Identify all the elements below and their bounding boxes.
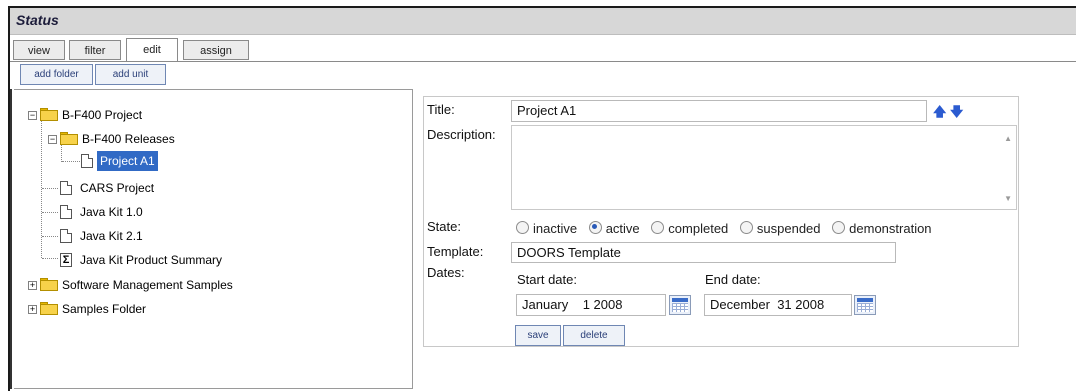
state-option-active[interactable]: active [588, 221, 640, 236]
window-title: Status [16, 12, 59, 28]
calendar-icon[interactable] [854, 295, 876, 315]
title-label: Title: [427, 102, 455, 117]
state-option-demonstration[interactable]: demonstration [832, 221, 932, 236]
radio-icon[interactable] [739, 221, 753, 234]
tree-item-label: Software Management Samples [62, 278, 233, 292]
folder-icon [40, 108, 58, 121]
tree-item-software-management-samples[interactable]: + Software Management Samples [28, 275, 328, 295]
collapse-icon[interactable]: − [28, 111, 37, 120]
expand-icon[interactable]: + [28, 305, 37, 314]
description-label: Description: [427, 127, 496, 142]
radio-icon[interactable] [651, 221, 665, 234]
tree-item-label: Samples Folder [62, 302, 147, 316]
scroll-up-icon[interactable]: ▲ [1004, 134, 1012, 143]
tree-connector [42, 236, 58, 238]
radio-icon[interactable] [516, 221, 529, 234]
tab-filter[interactable]: filter [69, 40, 121, 60]
move-up-icon[interactable]: 🡅 [933, 103, 946, 125]
state-option-suspended[interactable]: suspended [739, 221, 821, 236]
tree-connector [42, 212, 58, 214]
tree-item-label: B-F400 Releases [82, 132, 175, 146]
tree-item-bf400-releases[interactable]: − B-F400 Releases [48, 129, 298, 149]
left-border [10, 89, 12, 389]
tab-assign[interactable]: assign [183, 40, 249, 60]
description-field[interactable]: ▲ ▼ [511, 125, 1017, 210]
end-date-field[interactable]: December 31 2008 [704, 294, 852, 316]
add-folder-button[interactable]: add folder [20, 64, 93, 85]
add-unit-button[interactable]: add unit [95, 64, 166, 85]
state-radio-group: inactive active completed suspended demo… [516, 221, 940, 236]
template-label: Template: [427, 244, 484, 259]
tree-connector [42, 188, 58, 190]
edit-form: Title: Project A1 🡅 🡇 Description: ▲ ▼ S… [423, 96, 1019, 347]
document-icon [60, 229, 72, 243]
start-date-label: Start date: [517, 272, 577, 287]
folder-icon [60, 132, 78, 145]
radio-checked-icon[interactable] [588, 221, 602, 234]
tree-item-samples-folder[interactable]: + Samples Folder [28, 299, 328, 319]
tree-connector [62, 161, 80, 163]
calendar-icon[interactable] [669, 295, 691, 315]
tree-item-bf400-project[interactable]: − B-F400 Project [28, 105, 278, 125]
collapse-icon[interactable]: − [48, 135, 57, 144]
state-option-inactive[interactable]: inactive [516, 221, 577, 236]
save-button[interactable]: save [515, 325, 561, 346]
radio-icon[interactable] [832, 221, 846, 234]
tree-item-project-a1[interactable]: Project A1 [81, 151, 221, 171]
folder-icon [40, 278, 58, 291]
state-label: State: [427, 219, 461, 234]
scroll-down-icon[interactable]: ▼ [1004, 194, 1012, 203]
tree-item-label: B-F400 Project [62, 108, 143, 122]
tree-connector [42, 258, 58, 260]
template-field[interactable]: DOORS Template [511, 242, 896, 263]
tab-edit[interactable]: edit [126, 38, 178, 62]
start-date-field[interactable]: January 1 2008 [516, 294, 666, 316]
title-bar: Status [10, 8, 1076, 35]
tree-item-label: Java Kit 2.1 [80, 229, 143, 243]
tab-divider [10, 61, 1076, 62]
tree-connector [41, 137, 43, 258]
folder-tree: − B-F400 Project − B-F400 Releases Proje… [14, 89, 413, 389]
tree-item-label: Java Kit 1.0 [80, 205, 143, 219]
tree-item-label: CARS Project [80, 181, 155, 195]
tree-item-label: Java Kit Product Summary [80, 253, 223, 267]
tree-item-java-kit-2-1[interactable]: Java Kit 2.1 [60, 226, 260, 246]
move-down-icon[interactable]: 🡇 [950, 103, 963, 125]
dates-label: Dates: [427, 265, 465, 280]
document-icon [60, 205, 72, 219]
tree-item-java-kit-product-summary[interactable]: Σ Java Kit Product Summary [60, 250, 320, 270]
expand-icon[interactable]: + [28, 281, 37, 290]
tree-item-cars-project[interactable]: CARS Project [60, 178, 260, 198]
folder-icon [40, 302, 58, 315]
title-field[interactable]: Project A1 [511, 100, 927, 122]
tree-item-java-kit-1-0[interactable]: Java Kit 1.0 [60, 202, 260, 222]
sigma-icon: Σ [60, 253, 72, 267]
tree-item-label: Project A1 [97, 151, 158, 171]
delete-button[interactable]: delete [563, 325, 625, 346]
document-icon [60, 181, 72, 195]
state-option-completed[interactable]: completed [651, 221, 728, 236]
end-date-label: End date: [705, 272, 761, 287]
document-icon [81, 154, 93, 168]
tab-view[interactable]: view [13, 40, 65, 60]
